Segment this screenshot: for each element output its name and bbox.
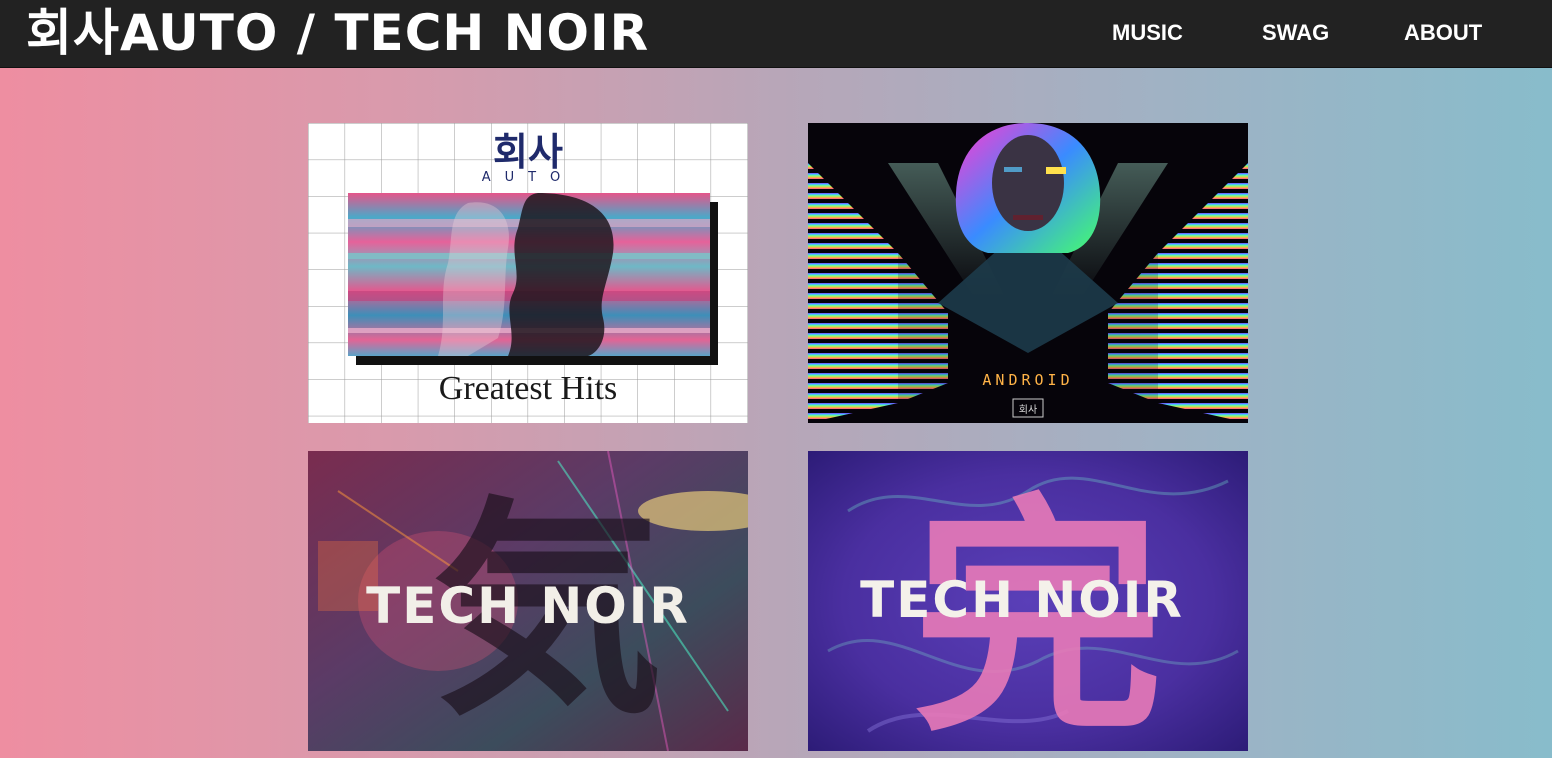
- art-logo-text: 회사: [493, 130, 563, 174]
- nav-music-link[interactable]: MUSIC: [1112, 18, 1183, 48]
- nav-swag-link[interactable]: SWAG: [1262, 18, 1329, 48]
- art-title-text: TECH NOIR: [366, 577, 690, 635]
- art-caption-text: Greatest Hits: [439, 370, 617, 407]
- nav-about-link[interactable]: ABOUT: [1404, 18, 1482, 48]
- album-tile-tech-noir-ki[interactable]: 気 TECH NOIR: [308, 451, 748, 751]
- album-tile-greatest-hits[interactable]: 회사 AUTO Greatest Hits: [308, 123, 748, 423]
- art-logo-text: 회사: [1019, 404, 1037, 416]
- album-art-tech-noir-kan: 完 TECH NOIR: [808, 451, 1248, 751]
- album-art-android: ANDROID 회사: [808, 123, 1248, 423]
- album-tile-android[interactable]: ANDROID 회사: [808, 123, 1248, 423]
- site-title[interactable]: 회사AUTO / TECH NOIR: [26, 4, 649, 62]
- art-title-text: TECH NOIR: [860, 571, 1184, 629]
- art-title-text: ANDROID: [982, 371, 1073, 389]
- album-tile-tech-noir-kan[interactable]: 完 TECH NOIR: [808, 451, 1248, 751]
- top-navbar: 회사AUTO / TECH NOIR MUSIC SWAG ABOUT: [0, 0, 1552, 68]
- album-art-tech-noir-ki: 気 TECH NOIR: [308, 451, 748, 751]
- art-logo-subtext: AUTO: [482, 170, 575, 185]
- album-art-greatest-hits: 회사 AUTO Greatest Hits: [308, 123, 748, 423]
